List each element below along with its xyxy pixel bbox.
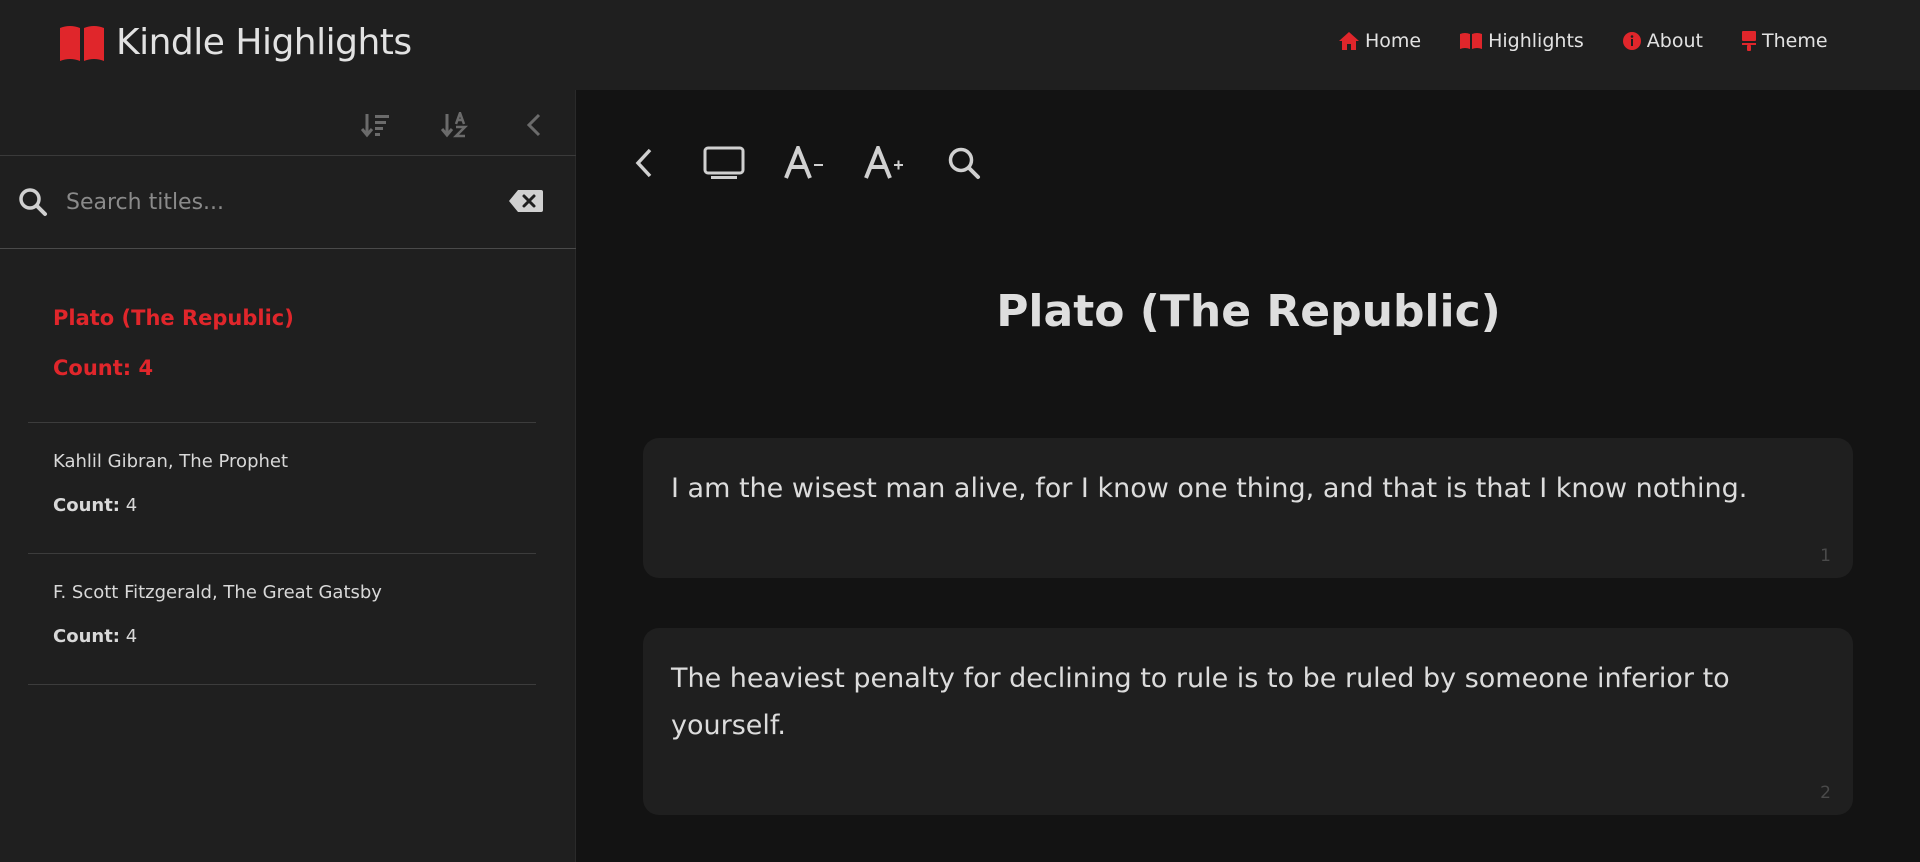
highlight-number: 1 xyxy=(1820,546,1831,566)
nav-theme[interactable]: Theme xyxy=(1741,30,1828,52)
book-open-icon xyxy=(1460,33,1483,49)
nav-about[interactable]: About xyxy=(1622,30,1703,52)
nav-home-label: Home xyxy=(1365,30,1422,52)
sort-alpha-down-icon xyxy=(441,112,469,138)
book-count-value: 4 xyxy=(125,626,138,647)
book-list: Plato (The Republic) Count: 4 Kahlil Gib… xyxy=(28,250,536,685)
back-button[interactable] xyxy=(621,140,667,186)
book-count: Count: 4 xyxy=(53,356,536,380)
search-icon xyxy=(948,147,980,179)
book-count-value: 4 xyxy=(138,356,154,380)
book-count-label: Count: xyxy=(53,626,121,647)
book-count: Count: 4 xyxy=(53,626,536,647)
highlight-number: 2 xyxy=(1820,783,1831,803)
book-count-label: Count: xyxy=(53,495,121,516)
sidebar-toolbar xyxy=(0,90,576,156)
search-input[interactable] xyxy=(66,182,466,222)
nav-home[interactable]: Home xyxy=(1338,30,1421,52)
book-item-gibran[interactable]: Kahlil Gibran, The Prophet Count: 4 xyxy=(28,423,536,554)
title-search xyxy=(0,156,576,249)
book-open-icon xyxy=(60,25,104,61)
highlights-panel: Plato (The Republic) I am the wisest man… xyxy=(577,90,1920,862)
back-icon xyxy=(635,148,652,178)
clear-search-button[interactable] xyxy=(508,189,544,217)
sort-amount-down-icon xyxy=(361,114,389,138)
highlight-text: The heaviest penalty for declining to ru… xyxy=(671,663,1730,741)
font-decrease-icon xyxy=(784,146,823,179)
highlight-card[interactable]: The heaviest penalty for declining to ru… xyxy=(643,628,1853,815)
book-count-label: Count: xyxy=(53,356,132,380)
font-increase-icon xyxy=(864,146,903,179)
nav-highlights[interactable]: Highlights xyxy=(1459,30,1584,52)
sidebar: Plato (The Republic) Count: 4 Kahlil Gib… xyxy=(0,90,576,862)
highlight-card[interactable]: I am the wisest man alive, for I know on… xyxy=(643,438,1853,578)
collapse-sidebar-button[interactable] xyxy=(518,109,550,141)
nav-highlights-label: Highlights xyxy=(1488,30,1584,52)
collapse-sidebar-icon xyxy=(526,113,541,137)
book-item-fitzgerald[interactable]: F. Scott Fitzgerald, The Great Gatsby Co… xyxy=(28,554,536,685)
info-icon xyxy=(1622,32,1641,50)
app-title: Kindle Highlights xyxy=(116,22,412,63)
sort-alpha-button[interactable] xyxy=(440,109,472,141)
nav-theme-label: Theme xyxy=(1761,30,1828,52)
fullscreen-button[interactable] xyxy=(701,140,747,186)
book-item-plato[interactable]: Plato (The Republic) Count: 4 xyxy=(28,250,536,423)
font-decrease-button[interactable] xyxy=(781,140,827,186)
main-nav: Home Highlights About Theme xyxy=(1338,30,1866,52)
book-count-value: 4 xyxy=(125,495,138,516)
home-icon xyxy=(1339,32,1359,50)
book-title: Plato (The Republic) xyxy=(53,306,294,330)
book-title: Kahlil Gibran, The Prophet xyxy=(53,451,289,472)
font-increase-button[interactable] xyxy=(861,140,907,186)
search-icon xyxy=(19,188,47,216)
book-count: Count: 4 xyxy=(53,495,536,516)
brand[interactable]: Kindle Highlights xyxy=(58,22,412,63)
paint-brush-icon xyxy=(1741,31,1756,51)
app-header: Kindle Highlights Home Highlights About xyxy=(0,0,1920,90)
book-title: F. Scott Fitzgerald, The Great Gatsby xyxy=(53,582,382,603)
search-highlights-button[interactable] xyxy=(941,140,987,186)
fullscreen-icon xyxy=(703,146,745,179)
sort-by-count-button[interactable] xyxy=(360,109,392,141)
highlight-text: I am the wisest man alive, for I know on… xyxy=(671,473,1748,504)
backspace-icon xyxy=(509,190,543,212)
nav-about-label: About xyxy=(1646,30,1703,52)
page-title: Plato (The Republic) xyxy=(996,286,1501,337)
